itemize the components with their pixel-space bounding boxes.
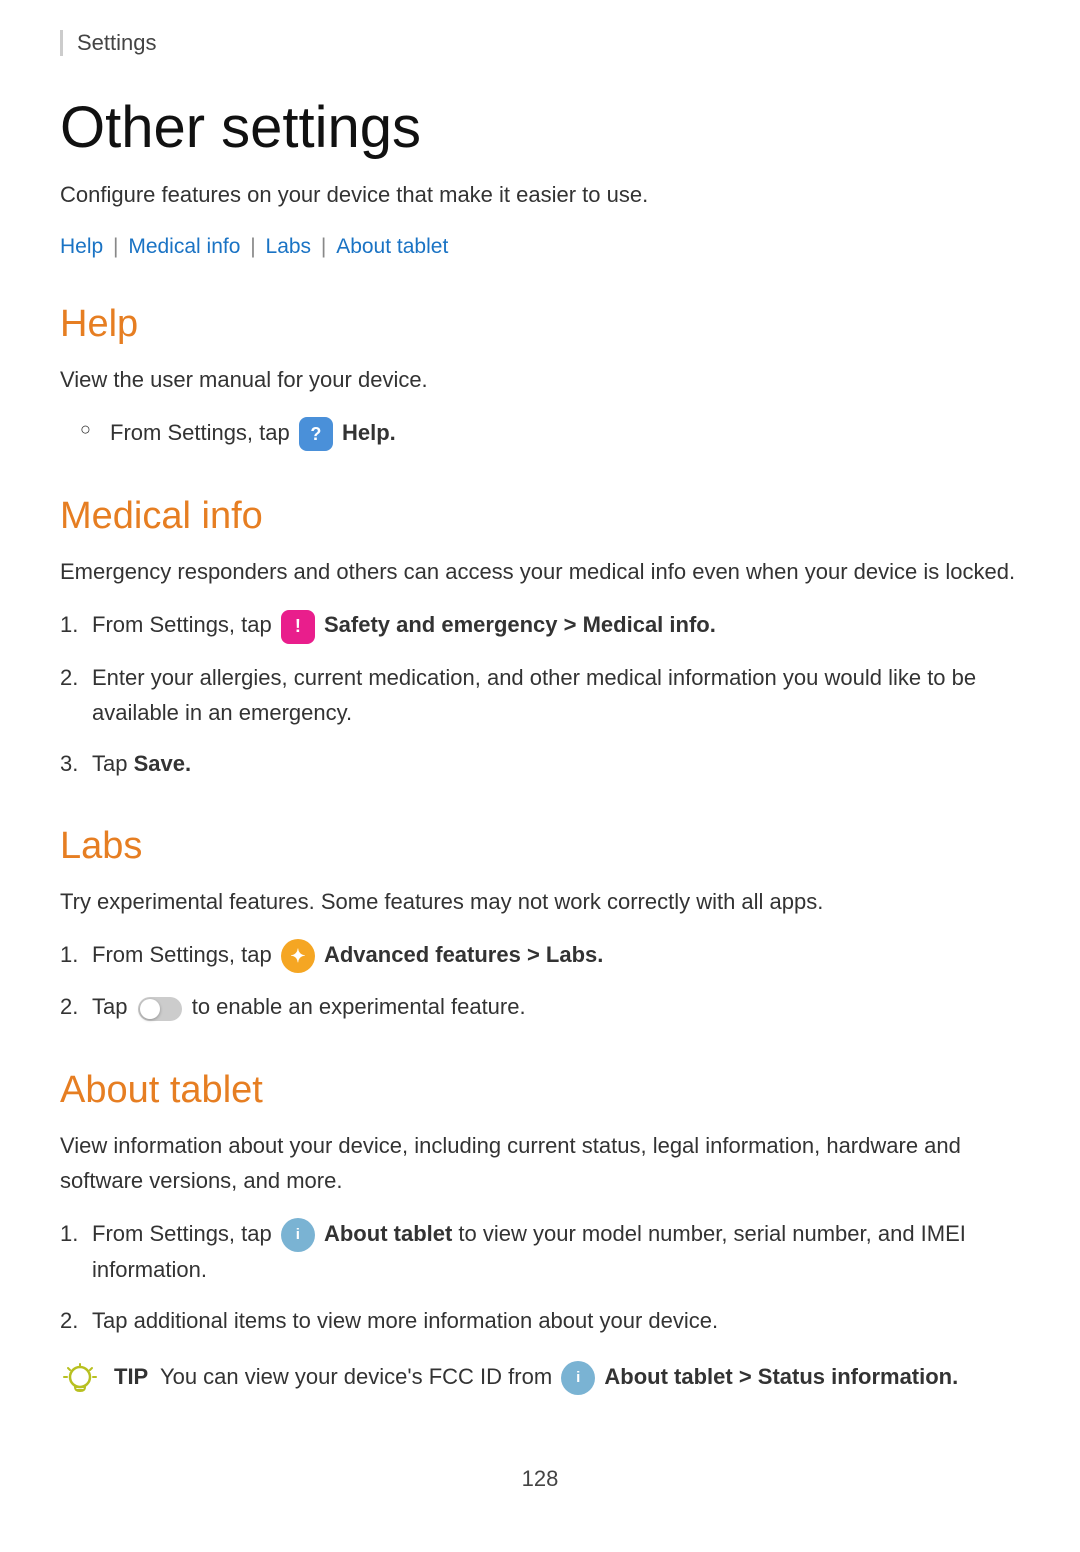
page-number: 128	[522, 1466, 559, 1491]
help-bold-label: Help.	[342, 420, 396, 445]
labs-step-1: 1. From Settings, tap ✦ Advanced feature…	[60, 937, 1020, 973]
about-step-1: 1. From Settings, tap i About tablet to …	[60, 1216, 1020, 1287]
section-help: Help View the user manual for your devic…	[60, 303, 1020, 451]
about-steps: 1. From Settings, tap i About tablet to …	[60, 1216, 1020, 1339]
section-help-title: Help	[60, 303, 1020, 346]
medical-step-3: 3. Tap Save.	[60, 746, 1020, 781]
page-footer: 128	[60, 1466, 1020, 1492]
tip-box: TIP You can view your device's FCC ID fr…	[60, 1359, 1020, 1416]
toggle-icon	[138, 997, 182, 1021]
step-num-3: 3.	[60, 746, 78, 781]
about-icon-badge-2: i	[561, 1361, 595, 1395]
toc-link-medical[interactable]: Medical info	[128, 235, 240, 258]
section-medical-title: Medical info	[60, 495, 1020, 538]
tip-icon	[60, 1361, 100, 1416]
section-labs-title: Labs	[60, 825, 1020, 868]
breadcrumb: Settings	[60, 30, 1020, 56]
help-icon-badge: ?	[299, 417, 333, 451]
section-about-desc: View information about your device, incl…	[60, 1128, 1020, 1198]
labs-step-2: 2. Tap to enable an experimental feature…	[60, 989, 1020, 1024]
section-about-title: About tablet	[60, 1069, 1020, 1112]
tip-label: TIP	[114, 1364, 148, 1389]
breadcrumb-label: Settings	[77, 30, 157, 55]
about-step-2: 2. Tap additional items to view more inf…	[60, 1303, 1020, 1338]
toc-link-labs[interactable]: Labs	[266, 235, 312, 258]
section-about: About tablet View information about your…	[60, 1069, 1020, 1416]
help-bullet-item: From Settings, tap ? Help.	[60, 415, 1020, 451]
toc-separator-3: |	[315, 235, 332, 258]
section-help-desc: View the user manual for your device.	[60, 362, 1020, 397]
about-step-num-2: 2.	[60, 1303, 78, 1338]
tip-text: TIP You can view your device's FCC ID fr…	[114, 1359, 958, 1395]
about-icon-badge-1: i	[281, 1218, 315, 1252]
labs-icon-badge: ✦	[281, 939, 315, 973]
toc-separator-2: |	[244, 235, 261, 258]
toc-link-about[interactable]: About tablet	[336, 235, 448, 258]
labs-steps: 1. From Settings, tap ✦ Advanced feature…	[60, 937, 1020, 1024]
tip-bold: About tablet > Status information.	[604, 1364, 958, 1389]
medical-step3-bold: Save.	[134, 751, 192, 776]
safety-icon-badge: !	[281, 610, 315, 644]
about-step1-bold: About tablet	[324, 1221, 452, 1246]
step-num-1: 1.	[60, 607, 78, 642]
toc-link-help[interactable]: Help	[60, 235, 103, 258]
labs-step-num-1: 1.	[60, 937, 78, 972]
medical-step1-bold: Safety and emergency > Medical info.	[324, 612, 716, 637]
medical-step-2: 2. Enter your allergies, current medicat…	[60, 660, 1020, 730]
section-medical: Medical info Emergency responders and ot…	[60, 495, 1020, 781]
medical-steps: 1. From Settings, tap ! Safety and emerg…	[60, 607, 1020, 781]
section-medical-desc: Emergency responders and others can acce…	[60, 554, 1020, 589]
section-labs: Labs Try experimental features. Some fea…	[60, 825, 1020, 1025]
step-num-2: 2.	[60, 660, 78, 695]
page-title: Other settings	[60, 96, 1020, 160]
about-step2-text: Tap additional items to view more inform…	[92, 1308, 718, 1333]
labs-step1-bold: Advanced features > Labs.	[324, 942, 603, 967]
labs-step-num-2: 2.	[60, 989, 78, 1024]
help-step-text: From Settings, tap ? Help.	[110, 420, 396, 445]
medical-step2-text: Enter your allergies, current medication…	[92, 665, 976, 725]
about-step-num-1: 1.	[60, 1216, 78, 1251]
toc-links: Help | Medical info | Labs | About table…	[60, 235, 1020, 259]
section-labs-desc: Try experimental features. Some features…	[60, 884, 1020, 919]
page-subtitle: Configure features on your device that m…	[60, 178, 1020, 211]
toc-separator-1: |	[107, 235, 124, 258]
medical-step-1: 1. From Settings, tap ! Safety and emerg…	[60, 607, 1020, 643]
